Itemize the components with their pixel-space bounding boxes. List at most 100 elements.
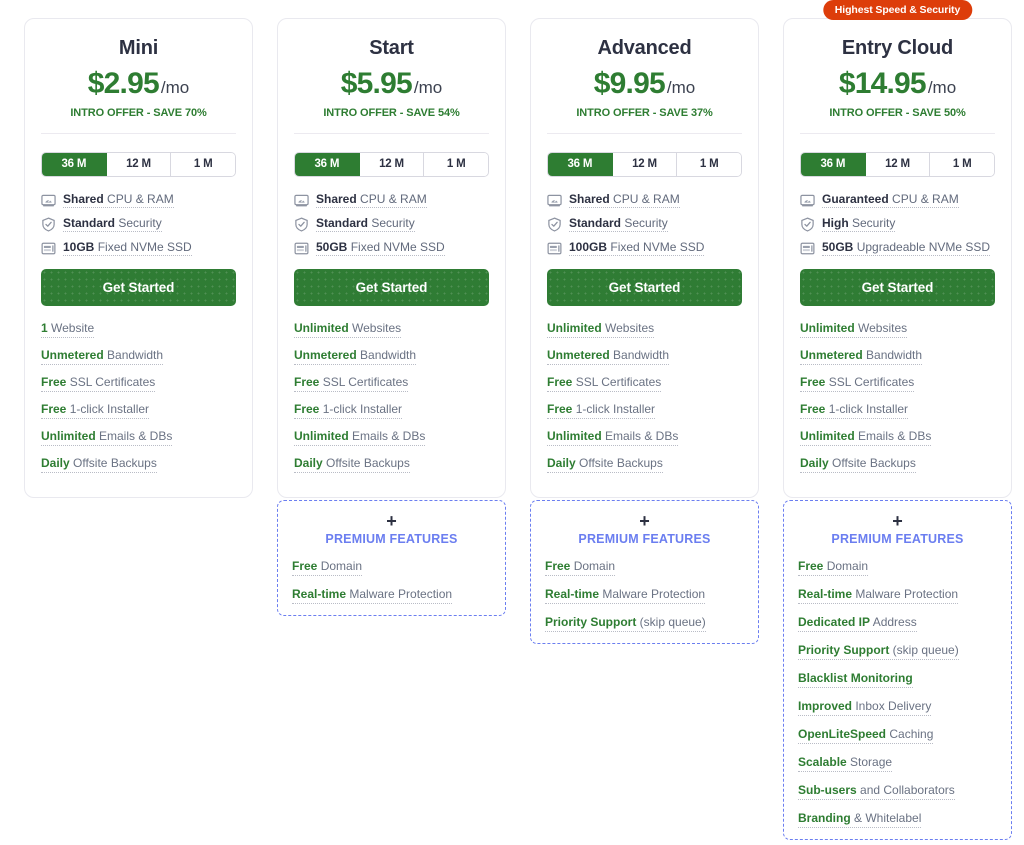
get-started-button[interactable]: Get Started <box>547 269 742 306</box>
get-started-button[interactable]: Get Started <box>41 269 236 306</box>
feature-item-highlight: Unlimited <box>547 321 602 335</box>
spec-rest: Security <box>621 216 668 230</box>
spec-row: Standard Security <box>294 216 489 232</box>
premium-feature-item: Free Domain <box>545 559 744 576</box>
feature-item: Unmetered Bandwidth <box>547 348 742 365</box>
feature-item-rest: 1-click Installer <box>319 402 403 416</box>
price-period: /mo <box>666 78 696 97</box>
premium-feature-item-highlight: Sub-users <box>798 783 857 797</box>
badge-slot: Highest Speed & Security <box>771 0 1024 20</box>
feature-item-highlight: Free <box>547 402 573 416</box>
premium-feature-list: Free Domain Real-time Malware Protection P… <box>545 559 744 632</box>
term-toggle-group[interactable]: 36 M 12 M1 M <box>800 152 995 177</box>
badge-slot <box>265 8 518 18</box>
feature-item: Free SSL Certificates <box>294 375 489 392</box>
intro-offer-text: INTRO OFFER - SAVE 37% <box>576 107 713 119</box>
spec-rest: Upgradeable NVMe SSD <box>853 240 991 254</box>
plan-card: Advanced $9.95/mo INTRO OFFER - SAVE 37% 36… <box>530 18 759 498</box>
spec-rest: Security <box>848 216 896 230</box>
price-period: /mo <box>413 78 443 97</box>
feature-item-rest: Offsite Backups <box>322 456 410 470</box>
gauge-icon <box>800 193 815 208</box>
pricing-column-start: Start $5.95/mo INTRO OFFER - SAVE 54% 36 M1… <box>265 8 518 845</box>
term-toggle-group[interactable]: 36 M 12 M1 M <box>294 152 489 177</box>
divider <box>800 133 995 134</box>
get-started-button[interactable]: Get Started <box>294 269 489 306</box>
premium-feature-item-rest: Domain <box>823 559 869 573</box>
term-option-36m[interactable]: 36 M <box>42 153 107 176</box>
feature-item-highlight: Free <box>800 375 826 389</box>
feature-item-rest: Emails & DBs <box>854 429 932 443</box>
shield-icon <box>294 216 309 232</box>
get-started-button[interactable]: Get Started <box>800 269 995 306</box>
feature-item: Unlimited Emails & DBs <box>547 429 742 446</box>
drive-icon <box>41 241 56 256</box>
term-option-36m[interactable]: 36 M <box>548 153 613 176</box>
premium-feature-list: Free Domain Real-time Malware Protection D… <box>798 559 997 828</box>
gauge-icon <box>41 193 56 208</box>
spec-text: 50GB Fixed NVMe SSD <box>316 240 445 256</box>
feature-item-highlight: Free <box>800 402 826 416</box>
spec-row: Shared CPU & RAM <box>294 192 489 208</box>
premium-features-title: PREMIUM FEATURES <box>578 532 711 546</box>
spec-text: Standard Security <box>63 216 162 232</box>
feature-item-highlight: Unlimited <box>547 429 602 443</box>
term-option-12m[interactable]: 12 M <box>865 153 931 176</box>
term-option-12m[interactable]: 12 M <box>359 153 425 176</box>
feature-item: Free SSL Certificates <box>547 375 742 392</box>
pricing-table: Mini $2.95/mo INTRO OFFER - SAVE 70% 36 M 12… <box>0 0 1024 845</box>
premium-feature-item-highlight: Scalable <box>798 755 847 769</box>
plan-price: $9.95 <box>593 67 666 100</box>
feature-item-highlight: Unlimited <box>294 429 349 443</box>
spec-rest: CPU & RAM <box>103 192 174 206</box>
premium-feature-item-rest: and Collaborators <box>856 783 955 797</box>
premium-feature-item-highlight: OpenLiteSpeed <box>798 727 887 741</box>
drive-icon <box>800 241 815 256</box>
feature-item: Free 1-click Installer <box>800 402 995 419</box>
term-option-1m[interactable]: 1 M <box>677 153 741 176</box>
spec-text: Standard Security <box>316 216 415 232</box>
spec-row: Standard Security <box>41 216 236 232</box>
price-row: $5.95/mo <box>294 67 489 101</box>
spec-rest: Security <box>368 216 415 230</box>
premium-feature-item-highlight: Priority Support <box>545 615 637 629</box>
term-option-1m[interactable]: 1 M <box>171 153 235 176</box>
intro-offer-text: INTRO OFFER - SAVE 50% <box>829 107 966 119</box>
premium-feature-item: Priority Support (skip queue) <box>545 615 744 632</box>
term-option-1m[interactable]: 1 M <box>930 153 994 176</box>
spec-row: High Security <box>800 216 995 232</box>
term-option-36m[interactable]: 36 M <box>295 153 360 176</box>
feature-item-rest: 1-click Installer <box>572 402 656 416</box>
feature-item-rest: Offsite Backups <box>69 456 157 470</box>
feature-item-rest: 1-click Installer <box>66 402 150 416</box>
price-period: /mo <box>927 78 957 97</box>
feature-item: Free SSL Certificates <box>800 375 995 392</box>
term-option-1m[interactable]: 1 M <box>424 153 488 176</box>
feature-item-highlight: Unmetered <box>41 348 104 362</box>
premium-feature-item-highlight: Real-time <box>798 587 853 601</box>
term-toggle-group[interactable]: 36 M 12 M1 M <box>547 152 742 177</box>
spec-text: Shared CPU & RAM <box>316 192 427 208</box>
premium-feature-item: Dedicated IP Address <box>798 615 997 632</box>
plan-price: $5.95 <box>340 67 413 100</box>
spec-highlight: Standard <box>569 216 622 230</box>
feature-item: Daily Offsite Backups <box>547 456 742 473</box>
feature-item: 1 Website <box>41 321 236 338</box>
feature-item: Daily Offsite Backups <box>294 456 489 473</box>
term-option-36m[interactable]: 36 M <box>801 153 866 176</box>
spec-row: Standard Security <box>547 216 742 232</box>
feature-item: Daily Offsite Backups <box>800 456 995 473</box>
feature-item: Unlimited Websites <box>800 321 995 338</box>
feature-item: Unlimited Emails & DBs <box>294 429 489 446</box>
feature-item-highlight: Unlimited <box>294 321 349 335</box>
term-option-12m[interactable]: 12 M <box>612 153 678 176</box>
spec-rest: CPU & RAM <box>356 192 427 206</box>
feature-item-rest: Emails & DBs <box>348 429 426 443</box>
premium-feature-item: Sub-users and Collaborators <box>798 783 997 800</box>
feature-item: Unlimited Emails & DBs <box>41 429 236 446</box>
term-toggle-group[interactable]: 36 M 12 M1 M <box>41 152 236 177</box>
term-option-12m[interactable]: 12 M <box>106 153 172 176</box>
spec-row: 100GB Fixed NVMe SSD <box>547 240 742 256</box>
premium-feature-item-highlight: Free <box>292 559 318 573</box>
spec-rest: CPU & RAM <box>888 192 959 206</box>
